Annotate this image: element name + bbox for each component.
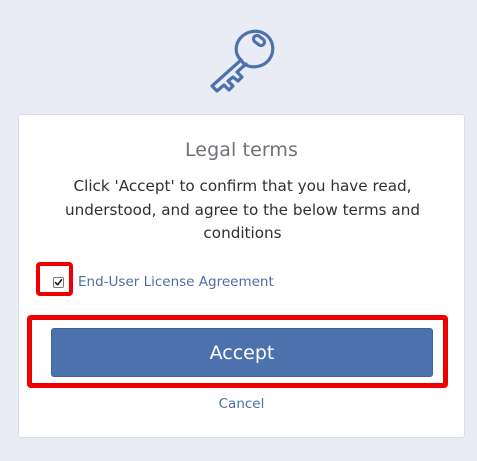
legal-terms-dialog: Legal terms Click 'Accept' to confirm th… [18,114,465,438]
eula-row: End-User License Agreement [53,271,274,293]
eula-checkbox[interactable] [53,276,64,288]
dialog-title: Legal terms [184,139,299,161]
accept-button[interactable]: Accept [51,328,433,377]
eula-link[interactable]: End-User License Agreement [78,274,274,290]
key-icon [206,24,278,94]
dialog-description: Click 'Accept' to confirm that you have … [65,177,420,242]
checkmark-icon [54,278,63,286]
cancel-link[interactable]: Cancel [19,396,464,412]
